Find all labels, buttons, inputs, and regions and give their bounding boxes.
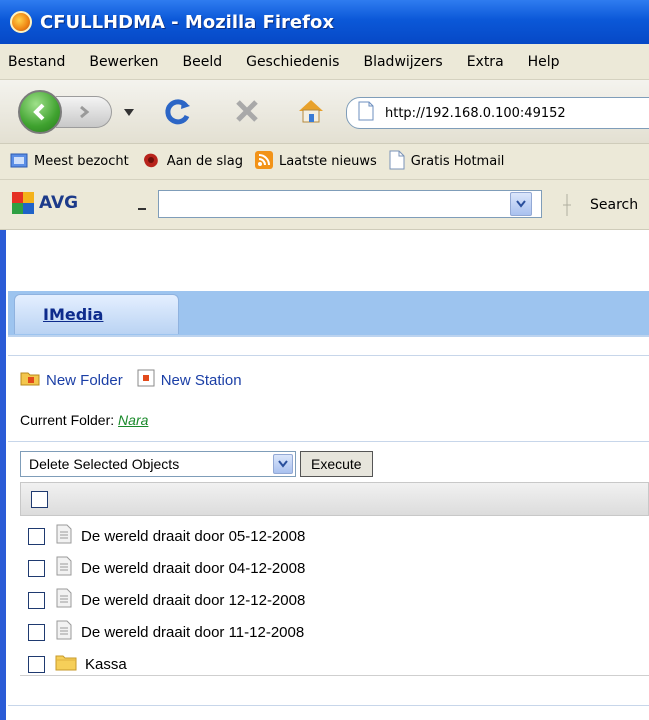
menu-bladwijzers[interactable]: Bladwijzers: [363, 54, 442, 70]
back-arrow-icon: [33, 103, 45, 121]
avg-toolbar: AVG Search: [0, 180, 649, 230]
history-dropdown-icon[interactable]: [124, 106, 134, 121]
back-button[interactable]: [18, 90, 62, 134]
bookmark-label: Gratis Hotmail: [410, 154, 505, 169]
item-checkbox[interactable]: [28, 591, 45, 609]
item-checkbox[interactable]: [28, 527, 45, 545]
item-checkbox[interactable]: [28, 559, 45, 577]
item-label[interactable]: De wereld draait door 04-12-2008: [81, 560, 305, 577]
current-folder-label: Current Folder:: [20, 412, 115, 428]
bookmark-folder-icon: [10, 152, 28, 172]
toolbar-separator-icon: [560, 194, 574, 216]
avg-search-input[interactable]: [158, 190, 542, 218]
bookmark-label: Laatste nieuws: [278, 154, 377, 169]
list-item: De wereld draait door 05-12-2008: [28, 520, 648, 552]
list-item: De wereld draait door 12-12-2008: [28, 584, 648, 616]
url-text: http://192.168.0.100:49152: [385, 105, 566, 121]
home-icon[interactable]: [296, 96, 326, 130]
select-arrow-button[interactable]: [273, 454, 293, 474]
divider: [8, 705, 649, 706]
bookmarks-toolbar: Meest bezocht Aan de slag Laatste nieuws…: [0, 144, 649, 180]
avg-logo-icon: [12, 192, 34, 214]
station-icon: [55, 556, 73, 580]
rss-icon: [254, 150, 273, 173]
page-icon: [389, 150, 405, 174]
bulk-action-selected-value: Delete Selected Objects: [29, 456, 180, 472]
avg-logo[interactable]: AVG: [12, 192, 78, 214]
station-icon: [55, 620, 73, 644]
avg-search-dropdown-button[interactable]: [510, 192, 532, 216]
item-label[interactable]: De wereld draait door 12-12-2008: [81, 592, 305, 609]
item-label[interactable]: De wereld draait door 11-12-2008: [81, 624, 304, 641]
bookmark-label: Aan de slag: [166, 154, 243, 169]
navigation-toolbar: http://192.168.0.100:49152: [0, 80, 649, 144]
new-station-action[interactable]: New Station: [137, 369, 242, 391]
menu-bar: Bestand Bewerken Beeld Geschiedenis Blad…: [0, 44, 649, 80]
select-all-checkbox[interactable]: [31, 491, 48, 508]
tab-underline: [8, 335, 649, 337]
tab-imedia[interactable]: IMedia: [14, 294, 179, 334]
item-label[interactable]: Kassa: [85, 656, 127, 673]
firefox-bookmark-icon: [141, 151, 161, 173]
menu-extra[interactable]: Extra: [467, 54, 504, 70]
item-label[interactable]: De wereld draait door 05-12-2008: [81, 528, 305, 545]
page-left-border: [0, 230, 6, 720]
execute-button[interactable]: Execute: [300, 451, 373, 477]
new-folder-action[interactable]: New Folder: [20, 370, 123, 390]
stop-icon[interactable]: [232, 96, 262, 130]
chevron-down-icon: [278, 460, 288, 468]
station-icon: [55, 524, 73, 548]
avg-menu-dropdown-icon[interactable]: [138, 201, 146, 214]
item-checkbox[interactable]: [28, 623, 45, 641]
forward-arrow-icon: [79, 105, 89, 119]
new-folder-link[interactable]: New Folder: [46, 372, 123, 389]
bookmark-label: Meest bezocht: [34, 154, 129, 169]
menu-bewerken[interactable]: Bewerken: [89, 54, 158, 70]
item-list: De wereld draait door 05-12-2008 De were…: [28, 520, 648, 680]
folder-actions: New Folder New Station: [20, 369, 256, 391]
new-folder-icon: [20, 370, 40, 390]
table-header: [20, 482, 649, 516]
menu-bestand[interactable]: Bestand: [8, 54, 65, 70]
reload-icon[interactable]: [162, 96, 194, 132]
menu-help[interactable]: Help: [528, 54, 560, 70]
divider: [20, 675, 649, 676]
divider: [8, 441, 649, 442]
bookmark-gratis-hotmail[interactable]: Gratis Hotmail: [389, 150, 505, 174]
address-bar[interactable]: http://192.168.0.100:49152: [346, 97, 649, 129]
bookmark-meest-bezocht[interactable]: Meest bezocht: [10, 152, 129, 172]
page-icon: [357, 101, 375, 125]
bulk-action-select[interactable]: Delete Selected Objects: [20, 451, 296, 477]
current-folder: Current Folder: Nara: [20, 412, 148, 428]
window-titlebar: CFULLHDMA - Mozilla Firefox: [0, 0, 649, 44]
new-station-icon: [137, 369, 155, 391]
list-item: De wereld draait door 04-12-2008: [28, 552, 648, 584]
menu-beeld[interactable]: Beeld: [182, 54, 222, 70]
tab-imedia-link[interactable]: IMedia: [43, 305, 103, 324]
station-icon: [55, 588, 73, 612]
bookmark-aan-de-slag[interactable]: Aan de slag: [141, 151, 243, 173]
item-checkbox[interactable]: [28, 655, 45, 673]
window-title: CFULLHDMA - Mozilla Firefox: [40, 11, 334, 33]
folder-icon: [55, 653, 77, 675]
new-station-link[interactable]: New Station: [161, 372, 242, 389]
avg-logo-text: AVG: [39, 193, 79, 213]
current-folder-link[interactable]: Nara: [118, 412, 148, 428]
divider: [8, 355, 649, 356]
menu-geschiedenis[interactable]: Geschiedenis: [246, 54, 339, 70]
forward-button[interactable]: [56, 96, 112, 128]
firefox-logo-icon: [10, 11, 32, 33]
bulk-action-row: Delete Selected Objects Execute: [20, 451, 373, 477]
list-item: De wereld draait door 11-12-2008: [28, 616, 648, 648]
avg-search-button[interactable]: Search: [590, 197, 638, 213]
chevron-down-icon: [516, 200, 526, 208]
bookmark-laatste-nieuws[interactable]: Laatste nieuws: [254, 150, 377, 173]
